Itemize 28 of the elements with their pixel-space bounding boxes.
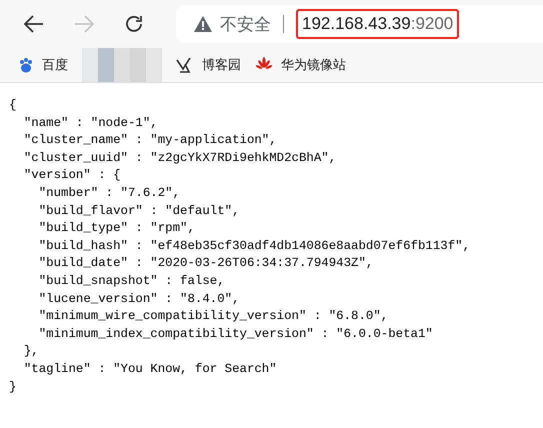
json-line: { — [9, 97, 18, 114]
paw-icon — [18, 57, 34, 73]
json-line: "lucene_version" : "8.4.0", — [38, 290, 241, 308]
json-line: "build_date" : "2020-03-26T06:34:37.794943Z", — [38, 255, 374, 272]
json-line: } — [9, 378, 18, 396]
json-line: "build_type" : "rpm", — [38, 220, 196, 238]
json-line: "name" : "node-1", — [22, 114, 159, 132]
json-line: "build_flavor" : "default", — [38, 202, 241, 220]
json-line: "number" : "7.6.2", — [38, 184, 182, 202]
bookmark-item[interactable]: 百度 — [18, 56, 68, 74]
json-line: "minimum_index_compatibility_version" : "6.0.0-beta1" — [38, 326, 434, 343]
bookmark-item[interactable]: 华为镜像站 — [255, 56, 346, 74]
security-label[interactable]: 不安全 — [220, 12, 271, 36]
json-line: "minimum_wire_compatibility_version" : "6.8.0", — [38, 308, 390, 326]
back-icon[interactable] — [24, 15, 44, 33]
url-port: :9200 — [410, 14, 454, 33]
json-line: "version" : { — [22, 167, 122, 184]
reload-icon[interactable] — [124, 14, 144, 34]
json-line: "build_hash" : "ef48eb35cf30adf4db14086e8aabd07ef6fb113f", — [38, 238, 472, 255]
json-line: "cluster_uuid" : "z2gcYkX7RDi9ehkMD2cBhA", — [22, 150, 338, 167]
json-line: "tagline" : "You Know, for Search" — [22, 360, 278, 378]
json-line: "cluster_name" : "my-application", — [22, 132, 278, 150]
address-bar[interactable]: 不安全 192.168.43.39:9200 — [176, 5, 543, 43]
bookmark-item[interactable]: 博客园 — [176, 56, 241, 74]
warning-icon[interactable] — [194, 16, 212, 32]
json-line: "build_snapshot" : false, — [38, 272, 226, 290]
json-line: }, — [22, 343, 40, 360]
url-host: 192.168.43.39 — [302, 14, 411, 33]
